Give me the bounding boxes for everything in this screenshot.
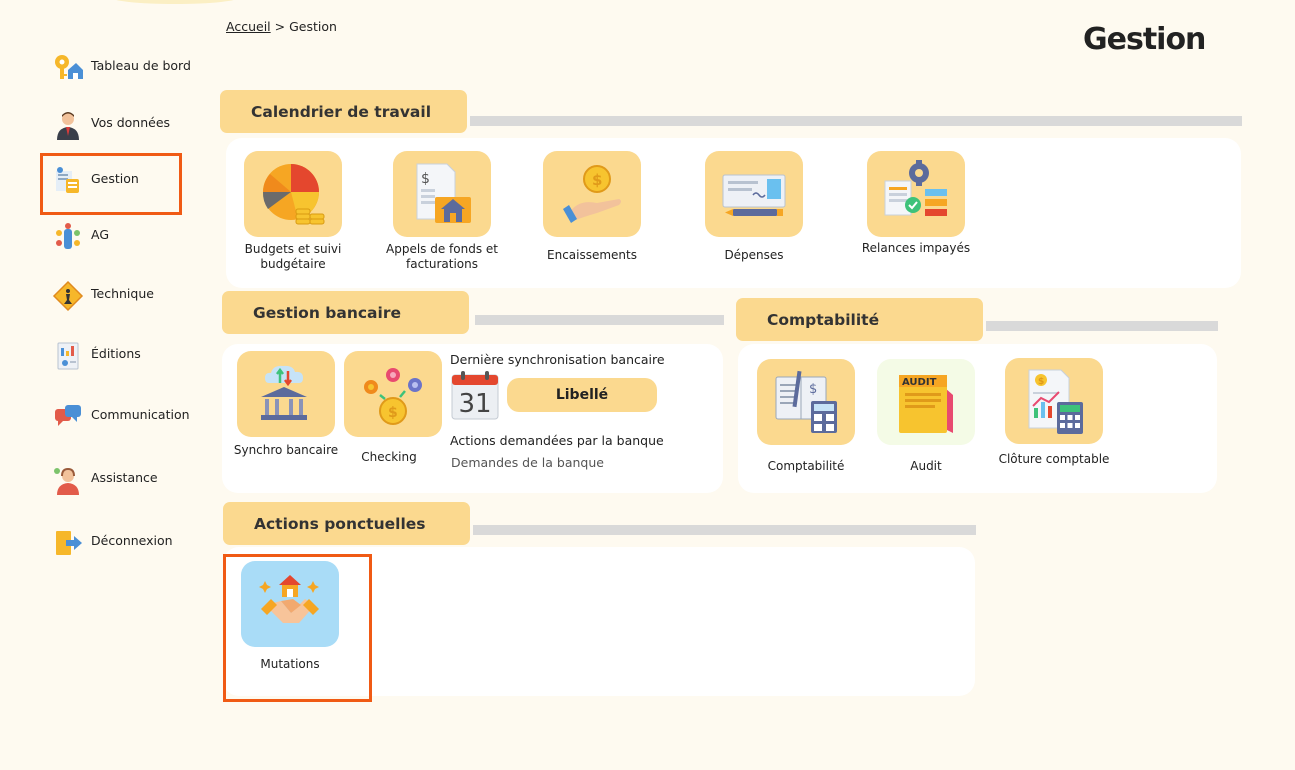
report-icon [57, 342, 79, 370]
tile-depenses[interactable] [705, 151, 803, 237]
tile-checking[interactable]: $ [344, 351, 442, 437]
gear-reminder-icon [884, 160, 947, 216]
tile-cloture-comptable[interactable]: $ [1005, 358, 1103, 444]
page-title: Gestion [1083, 22, 1206, 57]
user-avatar-icon [57, 112, 79, 140]
breadcrumb-separator: > [274, 19, 286, 34]
bank-actions-label: Actions demandées par la banque [450, 433, 664, 448]
sidebar-item-label: Communication [91, 407, 190, 422]
breadcrumb: Accueil > Gestion [226, 19, 337, 34]
sidebar-item-assistance[interactable]: Assistance [52, 468, 158, 496]
tile-label: Appels de fonds et facturations [386, 242, 498, 271]
bank-cloud-sync-icon [261, 365, 307, 420]
dashboard-key-icon [55, 55, 83, 79]
section-divider [470, 116, 1242, 126]
svg-text:$: $ [388, 405, 398, 421]
section-header-bancaire: Gestion bancaire [222, 291, 469, 334]
calendar-icon: 31 [451, 371, 499, 420]
support-agent-icon [54, 468, 79, 495]
audit-folder-icon: AUDIT [899, 375, 953, 433]
tile-relances-impayes[interactable] [867, 151, 965, 237]
sync-title: Dernière synchronisation bancaire [450, 352, 665, 367]
calendar-day: 31 [458, 389, 491, 419]
svg-text:$: $ [1038, 377, 1044, 387]
breadcrumb-current: Gestion [289, 19, 337, 34]
section-header-calendrier: Calendrier de travail [220, 90, 467, 133]
coins-network-icon: $ [364, 368, 422, 425]
tile-appels-de-fonds[interactable]: $ [393, 151, 491, 237]
svg-text:$: $ [592, 171, 602, 189]
sidebar-item-vos-donnees[interactable]: Vos données [52, 112, 171, 141]
tile-budgets[interactable] [244, 151, 342, 237]
tile-label: Dépenses [724, 248, 784, 262]
section-divider [475, 315, 724, 325]
svg-text:$: $ [809, 382, 817, 397]
tile-label: Checking [361, 450, 417, 464]
hand-coin-icon: $ [563, 165, 621, 223]
section-divider [473, 525, 976, 535]
breadcrumb-home-link[interactable]: Accueil [226, 19, 271, 34]
cheque-icon [722, 174, 786, 216]
sidebar-item-label: Déconnexion [91, 533, 173, 548]
sidebar: Tableau de bord Vos données Gestion AG T… [0, 0, 210, 770]
pie-chart-coins-icon [262, 164, 325, 225]
audit-text: AUDIT [902, 377, 937, 388]
section-header-ponctuelles: Actions ponctuelles [223, 502, 470, 545]
logout-icon [56, 531, 82, 555]
tile-comptabilite[interactable]: $ [757, 359, 855, 445]
meeting-icon [56, 223, 80, 249]
tile-label: Audit [910, 459, 942, 473]
section-header-comptabilite: Comptabilité [736, 298, 983, 341]
sidebar-item-label: Tableau de bord [91, 58, 191, 73]
sidebar-item-technique[interactable]: Technique [52, 280, 154, 312]
mutations-highlight [223, 554, 372, 702]
tile-label: Budgets et suivi budgétaire [244, 242, 342, 271]
tile-encaissements[interactable]: $ [543, 151, 641, 237]
svg-text:$: $ [421, 171, 430, 187]
tile-audit[interactable]: AUDIT [877, 359, 975, 445]
sidebar-item-deconnexion[interactable]: Déconnexion [52, 531, 173, 559]
ledger-calculator-icon: $ [775, 370, 837, 433]
sidebar-item-ag[interactable]: AG [52, 223, 110, 253]
chat-bubbles-icon [55, 405, 81, 426]
worker-sign-icon [52, 280, 84, 312]
bank-requests-link[interactable]: Demandes de la banque [451, 455, 604, 470]
libelle-button[interactable]: Libellé [507, 378, 657, 412]
sidebar-item-label: Éditions [91, 346, 141, 361]
sidebar-item-tableau-de-bord[interactable]: Tableau de bord [52, 55, 191, 84]
sidebar-item-label: Assistance [91, 470, 158, 485]
sidebar-item-editions[interactable]: Éditions [52, 342, 141, 372]
sidebar-item-communication[interactable]: Communication [52, 405, 190, 433]
section-divider [986, 321, 1218, 331]
sidebar-item-label: AG [91, 227, 110, 242]
invoice-house-icon: $ [416, 163, 471, 223]
tile-label: Encaissements [547, 248, 637, 262]
sidebar-item-label: Vos données [91, 115, 171, 130]
report-calculator-icon: $ [1028, 369, 1083, 434]
tile-label: Relances impayés [861, 241, 971, 255]
sidebar-active-highlight [40, 153, 182, 215]
tile-label: Clôture comptable [998, 452, 1110, 466]
tile-label: Comptabilité [767, 459, 845, 473]
sidebar-item-label: Technique [91, 286, 154, 301]
tile-synchro-bancaire[interactable] [237, 351, 335, 437]
